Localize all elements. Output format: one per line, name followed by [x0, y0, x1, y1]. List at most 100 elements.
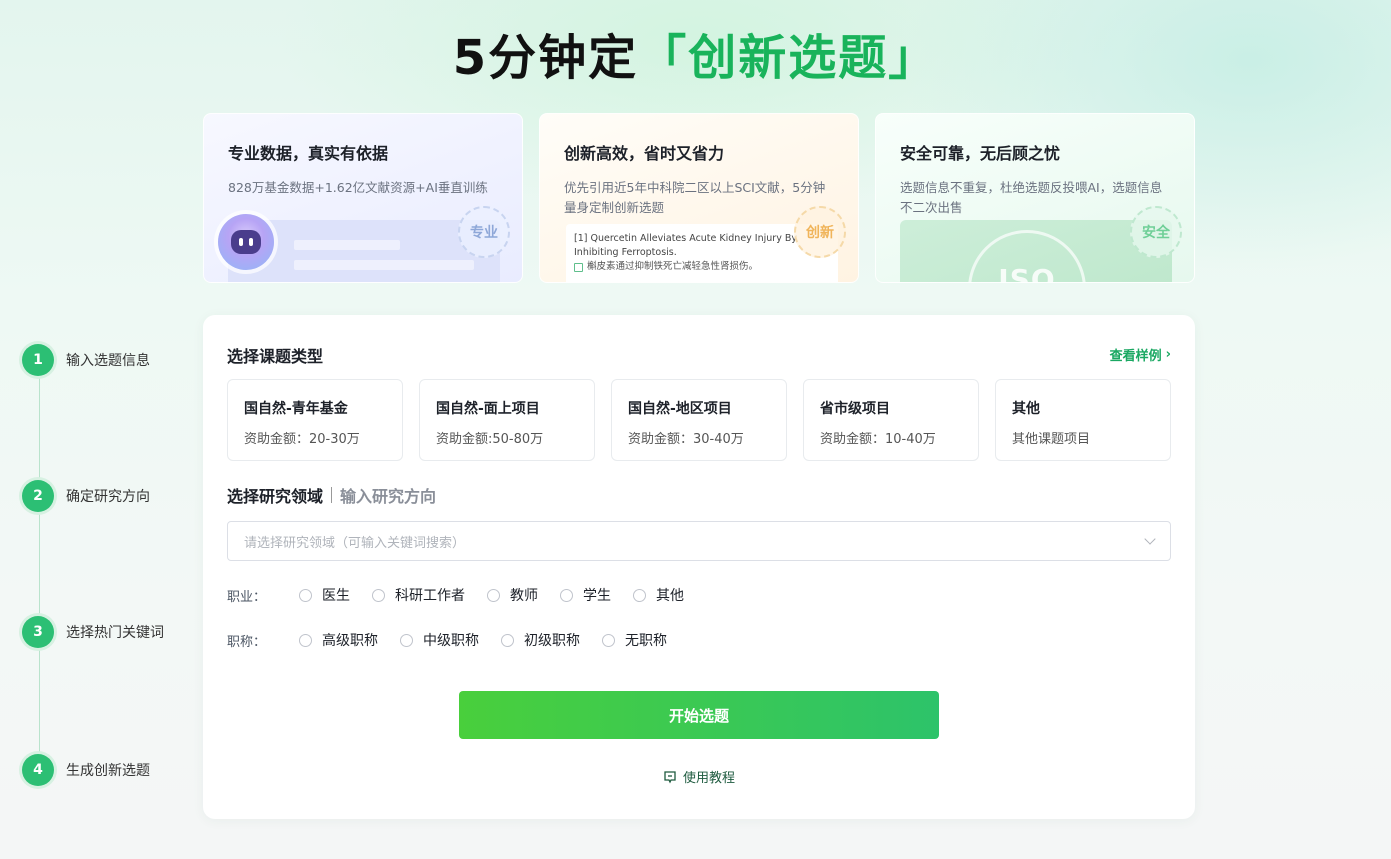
robot-avatar-icon	[218, 214, 274, 270]
radio-circle[interactable]	[400, 633, 413, 647]
view-sample-label: 查看样例	[1109, 349, 1162, 364]
title-option-junior[interactable]: 初级职称	[501, 630, 580, 650]
project-type-name: 国自然-地区项目	[628, 401, 732, 417]
page-headline: 5分钟定「创新选题」	[0, 18, 1391, 88]
feature-desc: 828万基金数据+1.62亿文献资源+AI垂直训练	[228, 180, 488, 195]
research-field-placeholder: 请选择研究领域（可输入关键词搜索）	[244, 535, 466, 551]
project-type-name: 省市级项目	[820, 401, 890, 417]
radio-circle[interactable]	[299, 633, 312, 647]
step-4: 4 生成创新选题	[22, 754, 150, 786]
headline-accent: 「创新选题」	[638, 30, 939, 86]
radio-label: 其他	[656, 588, 684, 604]
project-type-name: 其他	[1012, 401, 1040, 417]
tutorial-label: 使用教程	[682, 771, 735, 786]
feature-title: 创新高效，省时又省力	[564, 144, 725, 163]
progress-stepper: 1 输入选题信息 2 确定研究方向 3 选择热门关键词 4 生成创新选题	[22, 344, 192, 788]
headline-prefix: 5分钟定	[452, 30, 639, 86]
step-1: 1 输入选题信息	[22, 344, 150, 376]
occupation-radio-group: 职业： 医生 科研工作者 教师 学生 其他	[227, 585, 706, 605]
feature-card-professional: 专业数据，真实有依据 828万基金数据+1.62亿文献资源+AI垂直训练 专业	[203, 113, 523, 283]
step-label: 选择热门关键词	[66, 625, 164, 641]
feature-desc: 选题信息不重复，杜绝选题反投喂AI，选题信息不二次出售	[900, 180, 1163, 215]
tab-divider	[331, 487, 333, 503]
reference-cn: 槲皮素通过抑制铁死亡减轻急性肾损伤。	[587, 261, 759, 272]
step-number: 2	[22, 480, 54, 512]
title-label: 职称：	[227, 634, 267, 650]
project-type-title: 选择课题类型	[227, 347, 324, 366]
radio-label: 教师	[510, 588, 538, 604]
title-option-none[interactable]: 无职称	[602, 630, 667, 650]
radio-label: 无职称	[625, 633, 667, 649]
reference-cn-row: 槲皮素通过抑制铁死亡减轻急性肾损伤。	[574, 260, 830, 274]
occupation-option-student[interactable]: 学生	[560, 585, 611, 605]
title-option-intermediate[interactable]: 中级职称	[400, 630, 479, 650]
step-label: 生成创新选题	[66, 763, 150, 779]
research-field-select[interactable]: 请选择研究领域（可输入关键词搜索）	[227, 521, 1171, 561]
occupation-option-teacher[interactable]: 教师	[487, 585, 538, 605]
reference-en: [1] Quercetin Alleviates Acute Kidney In…	[574, 233, 797, 258]
radio-circle[interactable]	[560, 588, 573, 602]
radio-circle[interactable]	[633, 588, 646, 602]
step-number: 4	[22, 754, 54, 786]
project-type-option[interactable]: 国自然-面上项目 资助金额:50-80万	[419, 379, 595, 461]
step-2: 2 确定研究方向	[22, 480, 150, 512]
translate-icon	[574, 262, 583, 272]
step-3: 3 选择热门关键词	[22, 616, 164, 648]
occupation-option-other[interactable]: 其他	[633, 585, 684, 605]
tab-input-direction[interactable]: 输入研究方向	[340, 483, 436, 507]
feature-card-innovation: 创新高效，省时又省力 优先引用近5年中科院二区以上SCI文献，5分钟量身定制创新…	[539, 113, 859, 283]
occupation-label: 职业：	[227, 589, 267, 605]
radio-label: 高级职称	[322, 633, 378, 649]
field-tabs: 选择研究领域 输入研究方向	[227, 483, 436, 507]
radio-circle[interactable]	[487, 588, 500, 602]
stamp-badge: 专业	[458, 206, 510, 258]
project-type-desc: 资助金额:50-80万	[436, 432, 544, 447]
tutorial-link[interactable]: 使用教程	[203, 767, 1195, 786]
project-type-option[interactable]: 国自然-地区项目 资助金额：30-40万	[611, 379, 787, 461]
project-type-option[interactable]: 省市级项目 资助金额：10-40万	[803, 379, 979, 461]
start-topic-button[interactable]: 开始选题	[459, 691, 939, 739]
step-label: 输入选题信息	[66, 353, 150, 369]
tutorial-icon	[664, 770, 676, 783]
radio-label: 中级职称	[423, 633, 479, 649]
occupation-option-doctor[interactable]: 医生	[299, 585, 350, 605]
feature-desc: 优先引用近5年中科院二区以上SCI文献，5分钟量身定制创新选题	[564, 180, 826, 215]
feature-card-security: 安全可靠，无后顾之忧 选题信息不重复，杜绝选题反投喂AI，选题信息不二次出售 I…	[875, 113, 1195, 283]
radio-label: 科研工作者	[395, 588, 465, 604]
chevron-down-icon	[1144, 533, 1156, 545]
stamp-badge: 创新	[794, 206, 846, 258]
project-type-name: 国自然-青年基金	[244, 401, 348, 417]
step-number: 3	[22, 616, 54, 648]
title-option-senior[interactable]: 高级职称	[299, 630, 378, 650]
topic-form-card: 选择课题类型 查看样例 › 国自然-青年基金 资助金额：20-30万 国自然-面…	[203, 315, 1195, 819]
radio-circle[interactable]	[372, 588, 385, 602]
feature-title: 专业数据，真实有依据	[228, 144, 389, 163]
radio-label: 医生	[322, 588, 350, 604]
title-radio-group: 职称： 高级职称 中级职称 初级职称 无职称	[227, 630, 689, 650]
stamp-badge: 安全	[1130, 206, 1182, 258]
radio-circle[interactable]	[501, 633, 514, 647]
feature-cards: 专业数据，真实有依据 828万基金数据+1.62亿文献资源+AI垂直训练 专业 …	[203, 113, 1195, 283]
project-type-name: 国自然-面上项目	[436, 401, 540, 417]
project-type-desc: 资助金额：10-40万	[820, 432, 936, 447]
occupation-option-researcher[interactable]: 科研工作者	[372, 585, 465, 605]
stepper-line	[39, 360, 40, 772]
placeholder-bar	[294, 260, 474, 270]
project-type-desc: 资助金额：20-30万	[244, 432, 360, 447]
chevron-right-icon: ›	[1165, 347, 1171, 362]
project-type-desc: 资助金额：30-40万	[628, 432, 744, 447]
tab-select-field[interactable]: 选择研究领域	[227, 483, 323, 507]
step-number: 1	[22, 344, 54, 376]
radio-circle[interactable]	[602, 633, 615, 647]
view-sample-link[interactable]: 查看样例 ›	[1110, 345, 1171, 364]
project-type-options: 国自然-青年基金 资助金额：20-30万 国自然-面上项目 资助金额:50-80…	[227, 379, 1171, 461]
feature-title: 安全可靠，无后顾之忧	[900, 144, 1061, 163]
project-type-desc: 其他课题项目	[1012, 432, 1091, 447]
radio-circle[interactable]	[299, 588, 312, 602]
radio-label: 学生	[583, 588, 611, 604]
project-type-option[interactable]: 国自然-青年基金 资助金额：20-30万	[227, 379, 403, 461]
iso-seal-icon: ISO	[968, 230, 1086, 282]
radio-label: 初级职称	[524, 633, 580, 649]
project-type-option[interactable]: 其他 其他课题项目	[995, 379, 1171, 461]
placeholder-bar	[294, 240, 400, 250]
